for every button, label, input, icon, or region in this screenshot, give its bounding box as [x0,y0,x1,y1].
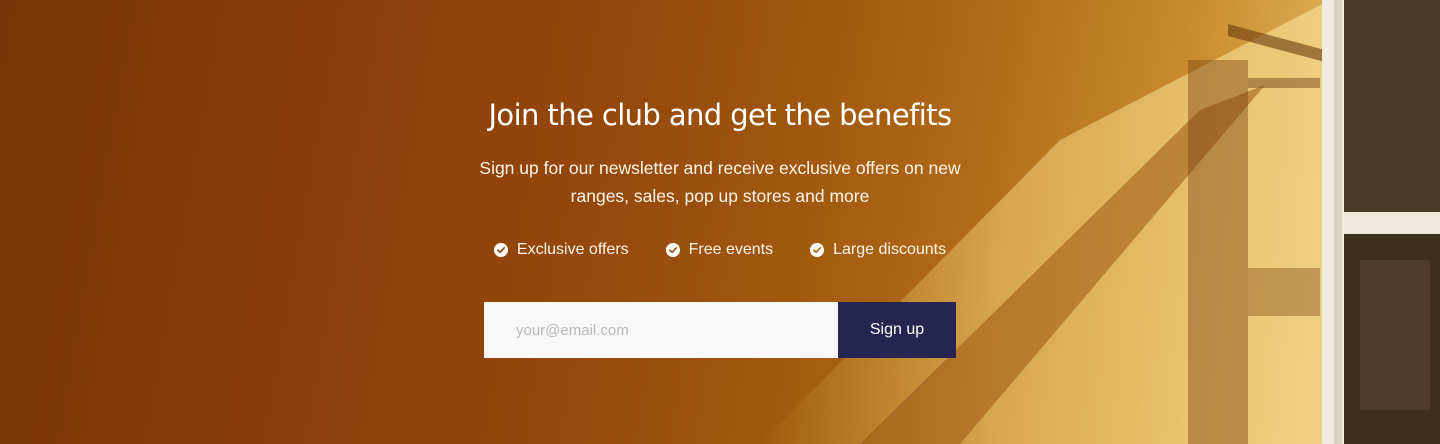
benefit-item-free-events: Free events [665,239,774,261]
sign-up-button[interactable]: Sign up [838,302,956,358]
newsletter-section: Join the club and get the benefits Sign … [0,0,1440,444]
newsletter-signup-form: Sign up [484,302,956,358]
benefit-label: Exclusive offers [516,241,629,258]
newsletter-content: Join the club and get the benefits Sign … [0,0,1440,444]
check-circle-icon [810,243,825,257]
benefit-item-exclusive-offers: Exclusive offers [493,239,629,261]
benefit-label: Large discounts [833,241,947,258]
check-circle-icon [493,243,508,257]
check-circle-icon [665,243,680,257]
benefit-label: Free events [688,241,774,258]
newsletter-description: Sign up for our newsletter and receive e… [479,158,961,206]
email-input[interactable] [484,302,838,358]
benefits-list: Exclusive offers Free events Large disco… [0,239,1440,261]
newsletter-headline: Join the club and get the benefits [488,98,952,132]
benefit-item-large-discounts: Large discounts [810,239,946,261]
